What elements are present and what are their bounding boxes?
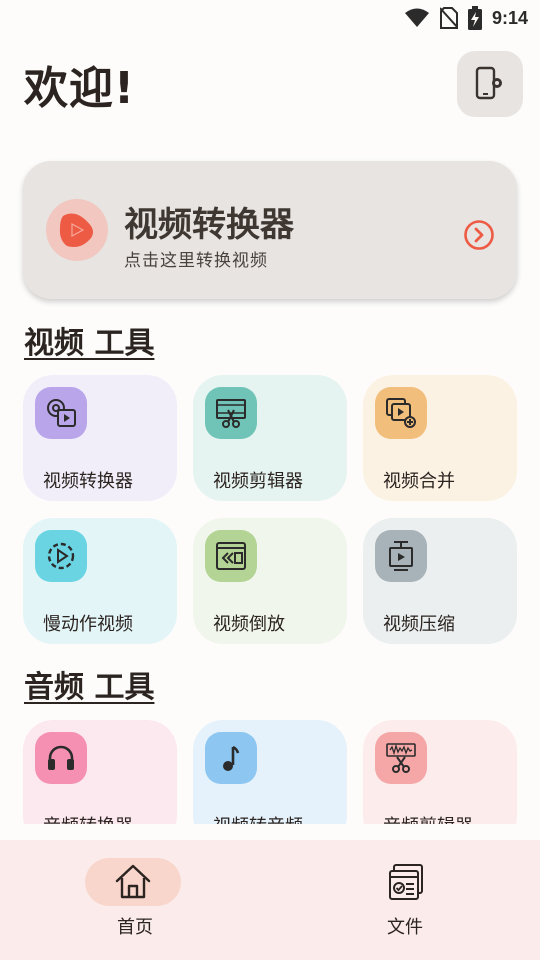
tool-audio-converter[interactable]: 音频转换器	[23, 720, 177, 824]
tool-audio-editor[interactable]: 音频剪辑器	[363, 720, 517, 824]
tool-video-reverse[interactable]: 视频倒放	[193, 518, 347, 644]
audio-scissors-icon	[375, 732, 427, 784]
video-converter-card[interactable]: 视频转换器 点击这里转换视频	[23, 161, 517, 299]
tool-label: 视频合并	[383, 471, 455, 492]
tool-slow-motion[interactable]: 慢动作视频	[23, 518, 177, 644]
nav-home-active-pill	[85, 858, 181, 906]
gear-film-icon	[35, 387, 87, 439]
tool-label: 视频剪辑器	[213, 471, 303, 492]
status-icons: 9:14	[404, 6, 528, 30]
hero-subtitle: 点击这里转换视频	[124, 251, 268, 271]
wifi-icon	[404, 8, 429, 27]
tool-label: 视频转换器	[43, 471, 133, 492]
nav-home[interactable]: 首页	[0, 840, 270, 960]
nav-files-label: 文件	[387, 917, 423, 938]
files-icon	[389, 864, 423, 900]
tool-video-to-audio[interactable]: 视频转音频	[193, 720, 347, 824]
tool-label: 慢动作视频	[43, 614, 133, 635]
audio-tools-scroll-area[interactable]: 音频转换器 视频转音频 音频剪辑器	[0, 700, 540, 824]
video-merge-icon	[375, 387, 427, 439]
hero-title: 视频转换器	[124, 205, 294, 245]
tool-video-compress[interactable]: 视频压缩	[363, 518, 517, 644]
tool-label: 音频转换器	[43, 812, 133, 824]
tool-label: 视频倒放	[213, 614, 285, 635]
tool-video-converter[interactable]: 视频转换器	[23, 375, 177, 501]
chevron-right-circle-icon	[464, 220, 494, 250]
tool-label: 音频剪辑器	[383, 812, 473, 824]
nav-files[interactable]: 文件	[270, 840, 540, 960]
phone-settings-icon	[475, 66, 502, 100]
status-bar: 9:14	[0, 0, 540, 36]
tool-video-editor[interactable]: 视频剪辑器	[193, 375, 347, 501]
slow-motion-icon	[35, 530, 87, 582]
headphones-icon	[35, 732, 87, 784]
tool-label: 视频压缩	[383, 614, 455, 635]
music-note-icon	[205, 732, 257, 784]
battery-charging-icon	[467, 6, 482, 30]
rewind-icon	[205, 530, 257, 582]
status-time: 9:14	[491, 7, 528, 28]
home-icon	[115, 864, 151, 899]
bottom-nav: 首页 文件	[0, 840, 540, 960]
nav-home-label: 首页	[117, 917, 153, 938]
video-tools-heading: 视频 工具	[24, 326, 155, 361]
compress-icon	[375, 530, 427, 582]
hero-icon-circle	[46, 199, 108, 261]
film-scissors-icon	[205, 387, 257, 439]
settings-button[interactable]	[457, 51, 523, 117]
page-title: 欢迎!	[24, 63, 136, 114]
play-blob-icon	[59, 213, 93, 247]
tool-label: 视频转音频	[213, 812, 303, 824]
tool-video-merge[interactable]: 视频合并	[363, 375, 517, 501]
no-sim-icon	[439, 7, 458, 29]
